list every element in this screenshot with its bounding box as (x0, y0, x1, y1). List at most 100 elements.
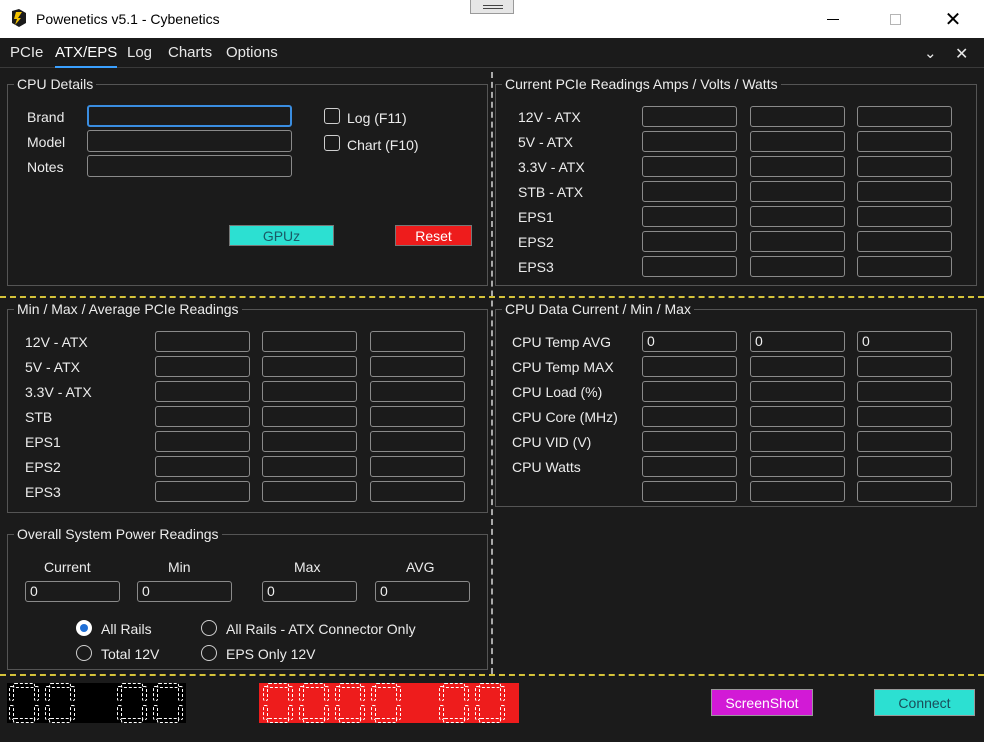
minimize-button[interactable] (810, 0, 856, 38)
reset-button[interactable]: Reset (395, 225, 472, 246)
connect-button[interactable]: Connect (874, 689, 975, 716)
cpu-data-title: CPU Data Current / Min / Max (502, 301, 694, 317)
seven-segment-digit (475, 683, 505, 723)
minmax-pcie-value-field[interactable] (262, 331, 357, 352)
current-pcie-value-field[interactable] (642, 156, 737, 177)
minmax-pcie-value-field[interactable] (370, 431, 465, 452)
cpu-data-value-field[interactable] (857, 431, 952, 452)
cpu-data-value-field[interactable]: 0 (750, 331, 845, 352)
chevron-down-icon[interactable]: ⌄ (924, 44, 937, 62)
brand-label: Brand (27, 109, 65, 125)
tab-pcie[interactable]: PCIe (10, 44, 43, 61)
cpu-data-value-field[interactable] (642, 406, 737, 427)
cpu-data-value-field[interactable] (750, 356, 845, 377)
minmax-pcie-value-field[interactable] (155, 331, 250, 352)
notes-input[interactable] (87, 155, 292, 177)
cpu-data-value-field[interactable] (750, 431, 845, 452)
minmax-pcie-value-field[interactable] (155, 406, 250, 427)
current-pcie-value-field[interactable] (642, 231, 737, 252)
cpu-data-value-field[interactable] (857, 356, 952, 377)
cpu-data-value-field[interactable] (857, 381, 952, 402)
eps-only-radio[interactable] (201, 645, 217, 661)
cpu-data-value-field[interactable] (750, 456, 845, 477)
minmax-pcie-value-field[interactable] (262, 431, 357, 452)
cpu-data-value-field[interactable]: 0 (642, 331, 737, 352)
minmax-row-label: EPS1 (25, 434, 61, 450)
current-pcie-value-field[interactable] (642, 256, 737, 277)
tab-atx-eps[interactable]: ATX/EPS (55, 44, 118, 68)
cpu-data-value-field[interactable] (750, 381, 845, 402)
cpu-data-value-field[interactable] (750, 481, 845, 502)
current-pcie-value-field[interactable] (642, 181, 737, 202)
cpu-data-value-field[interactable] (642, 456, 737, 477)
minmax-pcie-value-field[interactable] (370, 381, 465, 402)
atx-connector-only-radio[interactable] (201, 620, 217, 636)
current-pcie-value-field[interactable] (642, 206, 737, 227)
minmax-pcie-value-field[interactable] (262, 406, 357, 427)
tab-log[interactable]: Log (127, 44, 152, 61)
minmax-pcie-value-field[interactable] (155, 356, 250, 377)
cpu-data-value-field[interactable] (642, 381, 737, 402)
cpu-data-value-field[interactable] (642, 356, 737, 377)
current-pcie-value-field[interactable] (642, 131, 737, 152)
current-pcie-value-field[interactable] (857, 106, 952, 127)
close-window-button[interactable]: ✕ (930, 0, 976, 38)
minmax-pcie-value-field[interactable] (155, 431, 250, 452)
cpu-data-value-field[interactable] (642, 481, 737, 502)
log-checkbox[interactable] (324, 108, 340, 124)
cpu-data-value-field[interactable] (750, 406, 845, 427)
drag-grip-icon[interactable] (470, 0, 514, 14)
model-label: Model (27, 134, 66, 150)
minmax-pcie-value-field[interactable] (370, 331, 465, 352)
brand-input[interactable] (87, 105, 292, 127)
cpu-data-value-field[interactable]: 0 (857, 331, 952, 352)
current-pcie-value-field[interactable] (857, 131, 952, 152)
power-current-field[interactable]: 0 (25, 581, 120, 602)
current-pcie-value-field[interactable] (750, 131, 845, 152)
minmax-pcie-value-field[interactable] (370, 456, 465, 477)
minmax-pcie-value-field[interactable] (370, 356, 465, 377)
seven-segment-digit (263, 683, 293, 723)
minmax-pcie-value-field[interactable] (262, 381, 357, 402)
minmax-pcie-value-field[interactable] (262, 481, 357, 502)
close-tab-icon[interactable]: ✕ (955, 44, 968, 64)
minmax-pcie-value-field[interactable] (262, 356, 357, 377)
total-12v-radio[interactable] (76, 645, 92, 661)
minmax-pcie-value-field[interactable] (155, 481, 250, 502)
current-pcie-value-field[interactable] (857, 181, 952, 202)
chart-checkbox[interactable] (324, 135, 340, 151)
cpu-data-value-field[interactable] (857, 481, 952, 502)
seven-segment-digit (335, 683, 365, 723)
current-pcie-value-field[interactable] (750, 156, 845, 177)
vertical-separator (491, 72, 493, 674)
tab-options[interactable]: Options (226, 44, 278, 61)
minmax-pcie-value-field[interactable] (370, 406, 465, 427)
current-pcie-value-field[interactable] (857, 256, 952, 277)
tab-charts[interactable]: Charts (168, 44, 212, 61)
total-12v-label: Total 12V (101, 646, 160, 662)
current-pcie-value-field[interactable] (750, 206, 845, 227)
cpu-data-value-field[interactable] (857, 456, 952, 477)
gpuz-button[interactable]: GPUz (229, 225, 334, 246)
current-pcie-value-field[interactable] (642, 106, 737, 127)
current-pcie-value-field[interactable] (857, 156, 952, 177)
cpu-data-value-field[interactable] (857, 406, 952, 427)
current-pcie-value-field[interactable] (750, 231, 845, 252)
minmax-pcie-value-field[interactable] (155, 456, 250, 477)
power-max-field[interactable]: 0 (262, 581, 357, 602)
minmax-pcie-value-field[interactable] (370, 481, 465, 502)
all-rails-radio[interactable] (76, 620, 92, 636)
power-min-field[interactable]: 0 (137, 581, 232, 602)
current-pcie-value-field[interactable] (750, 106, 845, 127)
current-pcie-value-field[interactable] (857, 231, 952, 252)
minmax-pcie-value-field[interactable] (262, 456, 357, 477)
cpu-data-value-field[interactable] (642, 431, 737, 452)
current-pcie-value-field[interactable] (857, 206, 952, 227)
maximize-button[interactable] (872, 0, 918, 38)
minmax-pcie-value-field[interactable] (155, 381, 250, 402)
current-pcie-value-field[interactable] (750, 256, 845, 277)
power-avg-field[interactable]: 0 (375, 581, 470, 602)
screenshot-button[interactable]: ScreenShot (711, 689, 813, 716)
model-input[interactable] (87, 130, 292, 152)
current-pcie-value-field[interactable] (750, 181, 845, 202)
